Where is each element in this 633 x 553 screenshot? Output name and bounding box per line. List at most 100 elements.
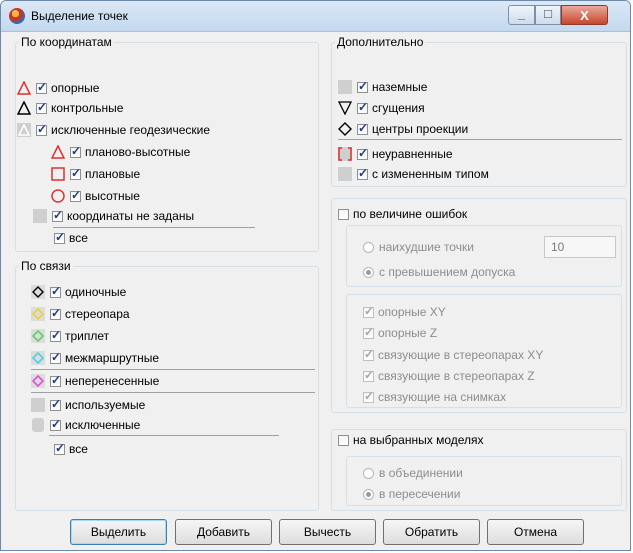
no-coords-checkbox[interactable]: [52, 208, 63, 222]
coords-plan-height-row[interactable]: планово-высотные: [51, 143, 190, 161]
error-type-row[interactable]: опорные XY: [363, 303, 446, 321]
triplet-label: триплет: [65, 329, 110, 343]
extra-projection-centers-row[interactable]: центры проекции: [338, 120, 468, 138]
densification-checkbox[interactable]: [357, 100, 368, 114]
black-triangle-icon: [17, 101, 31, 115]
used-checkbox[interactable]: [50, 397, 61, 411]
black-diamond-icon: [338, 122, 352, 136]
worst-points-row[interactable]: наихудшие точки: [363, 238, 474, 256]
close-icon: X: [580, 8, 589, 23]
ground-checkbox[interactable]: [357, 79, 368, 93]
interstrip-label: межмаршрутные: [65, 351, 160, 365]
coords-control-points-row[interactable]: опорные: [17, 79, 99, 97]
changed-type-checkbox[interactable]: [357, 166, 368, 180]
union-radio[interactable]: [363, 467, 374, 479]
excluded-checkbox[interactable]: [50, 417, 61, 431]
extra-unadjusted-row[interactable]: неуравненные: [338, 145, 453, 163]
projection-centers-checkbox[interactable]: [357, 121, 368, 135]
error-type-row[interactable]: связующие в стереопарах Z: [363, 367, 535, 385]
cyan-diamond-icon: [31, 351, 45, 365]
minimize-icon: _: [517, 6, 526, 21]
models-checkbox[interactable]: [338, 434, 349, 446]
red-square-icon: [51, 167, 65, 181]
single-checkbox[interactable]: [50, 284, 61, 298]
inverted-triangle-icon: [338, 101, 352, 115]
links-used-row[interactable]: используемые: [31, 396, 145, 414]
not-transferred-checkbox[interactable]: [50, 373, 61, 387]
black-diamond-icon: [31, 285, 45, 299]
check-points-label: контрольные: [51, 101, 124, 115]
coords-check-points-row[interactable]: контрольные: [17, 99, 123, 117]
exceed-tolerance-radio[interactable]: [363, 266, 374, 278]
links-all-label: все: [69, 442, 88, 456]
links-all-checkbox[interactable]: [54, 441, 65, 455]
coords-all-row[interactable]: все: [54, 229, 88, 247]
minimize-button[interactable]: _: [508, 5, 535, 25]
extra-ground-row[interactable]: наземные: [338, 78, 427, 96]
plan-height-checkbox[interactable]: [70, 144, 81, 158]
projection-centers-label: центры проекции: [372, 122, 469, 136]
models-label: на выбранных моделях: [353, 433, 484, 447]
union-row[interactable]: в объединении: [363, 464, 463, 482]
links-group-title: По связи: [19, 259, 73, 273]
extra-densification-row[interactable]: сгущения: [338, 99, 425, 117]
close-button[interactable]: X: [561, 5, 608, 25]
links-excluded-row[interactable]: исключенные: [31, 416, 140, 434]
worst-points-radio[interactable]: [363, 241, 374, 253]
excluded-geodetic-checkbox[interactable]: [36, 122, 47, 136]
tie-stereo-xy-checkbox[interactable]: [363, 347, 374, 361]
models-toggle-row[interactable]: на выбранных моделях: [338, 431, 484, 449]
tie-stereo-z-checkbox[interactable]: [363, 368, 374, 382]
control-points-checkbox[interactable]: [36, 80, 47, 94]
links-separator-3: [49, 435, 279, 436]
unadjusted-checkbox[interactable]: [357, 146, 368, 160]
links-interstrip-row[interactable]: межмаршрутные: [31, 349, 159, 367]
used-label: используемые: [65, 398, 146, 412]
error-type-row[interactable]: опорные Z: [363, 324, 437, 342]
height-checkbox[interactable]: [70, 188, 81, 202]
tie-images-checkbox[interactable]: [363, 389, 374, 403]
exceed-tolerance-label: с превышением допуска: [379, 265, 516, 279]
plan-checkbox[interactable]: [70, 166, 81, 180]
coords-height-row[interactable]: высотные: [51, 187, 140, 205]
control-xy-checkbox[interactable]: [363, 304, 374, 318]
densification-label: сгущения: [372, 101, 425, 115]
links-single-row[interactable]: одиночные: [31, 283, 126, 301]
gray-triangle-icon: [17, 123, 31, 137]
subtract-button[interactable]: Вычесть: [279, 519, 376, 545]
cancel-button[interactable]: Отмена: [487, 519, 584, 545]
extra-changed-type-row[interactable]: с измененным типом: [338, 165, 489, 183]
error-type-row[interactable]: связующие в стереопарах XY: [363, 346, 543, 364]
coords-excluded-geodetic-row[interactable]: исключенные геодезические: [17, 121, 210, 139]
coords-all-checkbox[interactable]: [54, 230, 65, 244]
links-not-transferred-row[interactable]: неперенесенные: [31, 372, 159, 390]
coords-no-coords-row[interactable]: координаты не заданы: [33, 207, 194, 225]
plan-height-label: планово-высотные: [85, 145, 191, 159]
links-all-row[interactable]: все: [54, 440, 88, 458]
select-button[interactable]: Выделить: [70, 519, 167, 545]
triplet-checkbox[interactable]: [50, 328, 61, 342]
interstrip-checkbox[interactable]: [50, 350, 61, 364]
links-triplet-row[interactable]: триплет: [31, 327, 109, 345]
gray-square-icon: [338, 80, 352, 94]
links-stereopair-row[interactable]: стереопара: [31, 305, 130, 323]
window-title: Выделение точек: [31, 9, 128, 23]
coords-group-title: По координатам: [19, 35, 114, 49]
intersection-radio[interactable]: [363, 488, 374, 500]
intersection-row[interactable]: в пересечении: [363, 485, 460, 503]
gray-square-icon: [33, 209, 47, 223]
ground-label: наземные: [372, 80, 428, 94]
check-points-checkbox[interactable]: [36, 100, 47, 114]
add-button[interactable]: Добавить: [175, 519, 272, 545]
errors-checkbox[interactable]: [338, 208, 349, 220]
maximize-button[interactable]: □: [535, 5, 561, 25]
control-z-checkbox[interactable]: [363, 325, 374, 339]
coords-plan-row[interactable]: плановые: [51, 165, 140, 183]
worst-points-count-input[interactable]: 10: [544, 236, 616, 258]
stereopair-checkbox[interactable]: [50, 306, 61, 320]
invert-button[interactable]: Обратить: [383, 519, 480, 545]
exceed-tolerance-row[interactable]: с превышением допуска: [363, 263, 515, 281]
gray-square-icon: [338, 167, 352, 181]
errors-toggle-row[interactable]: по величине ошибок: [338, 205, 468, 223]
error-type-row[interactable]: связующие на снимках: [363, 388, 506, 406]
